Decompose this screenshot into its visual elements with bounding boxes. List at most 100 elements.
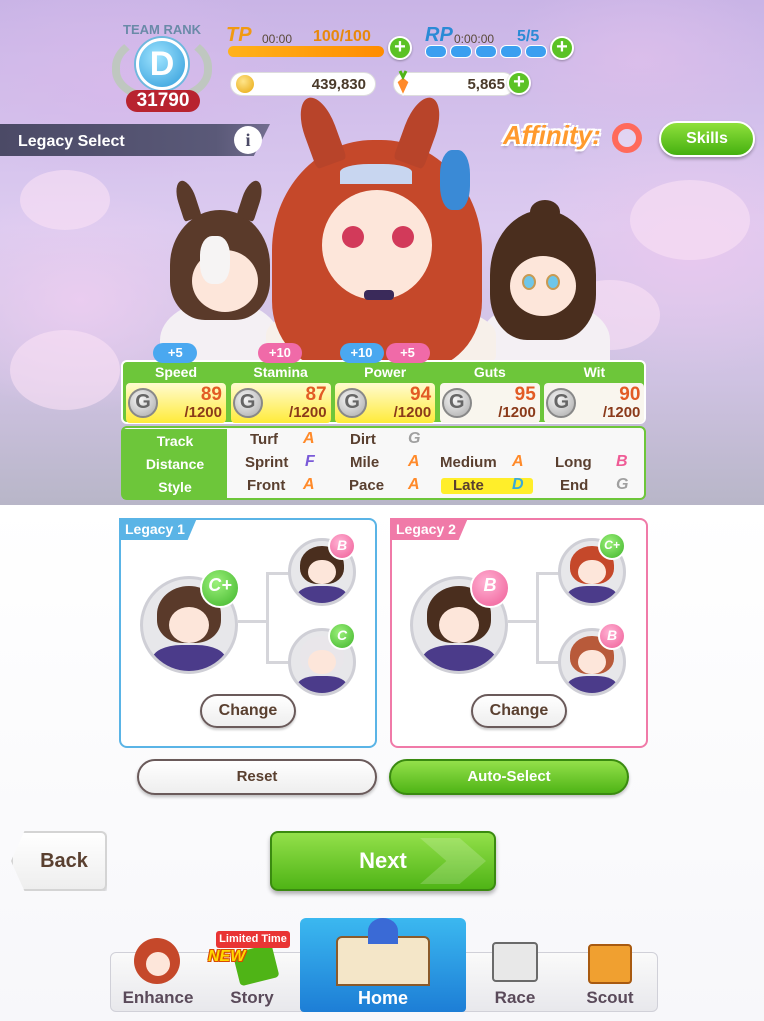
legacy-2-parent-bottom-rank: B xyxy=(598,622,626,650)
limited-time-badge: Limited Time xyxy=(216,931,290,948)
legacy-1-parent-top-rank: B xyxy=(328,532,356,560)
tp-bar xyxy=(228,46,384,57)
clock-tower-icon xyxy=(368,918,398,944)
legacy-2-main-rank: B xyxy=(470,568,510,608)
connector-line xyxy=(508,620,538,623)
legacy-1-change-button[interactable]: Change xyxy=(200,694,296,728)
aptitude-grade: G xyxy=(408,430,421,447)
aptitude-distance-medium: Medium xyxy=(440,454,497,471)
reset-button[interactable]: Reset xyxy=(137,759,377,795)
team-rank-score: 31790 xyxy=(126,90,200,112)
money-value: 439,830 xyxy=(311,76,366,93)
aptitude-grade: F xyxy=(305,453,315,470)
stat-max: /1200 xyxy=(289,404,327,421)
legacy-1-parent-bottom-rank: C xyxy=(328,622,356,650)
connector-line xyxy=(536,661,560,664)
nav-home-label: Home xyxy=(357,988,408,1008)
stat-wit: Wit G 90/1200 xyxy=(542,364,646,423)
connector-line xyxy=(266,572,290,575)
blossom-cluster xyxy=(10,330,120,410)
scout-door-icon xyxy=(588,944,632,984)
blossom-cluster xyxy=(630,180,750,260)
rp-segment xyxy=(475,45,497,58)
stat-max: /1200 xyxy=(393,404,432,421)
carrot-value: 5,865 xyxy=(467,76,505,93)
auto-select-button[interactable]: Auto-Select xyxy=(389,759,629,795)
aptitude-distance-long: Long xyxy=(555,454,592,471)
tp-timer: 00:00 xyxy=(262,32,293,46)
stat-value: 94 xyxy=(410,384,432,405)
tp-plus-button[interactable]: + xyxy=(388,36,412,60)
connector-line xyxy=(238,620,268,623)
aptitude-grade: G xyxy=(616,476,629,493)
connector-line xyxy=(266,661,290,664)
aptitude-style-late: Late xyxy=(453,477,484,494)
info-icon[interactable]: i xyxy=(234,126,262,154)
rp-bar xyxy=(425,45,547,58)
race-gate-icon xyxy=(492,942,538,982)
stat-name: Wit xyxy=(583,364,606,380)
team-rank-badge[interactable]: TEAM RANK D 31790 xyxy=(106,14,218,114)
rp-value: 5/5 xyxy=(517,28,540,45)
aptitude-style-pace: Pace xyxy=(349,477,385,494)
stat-value: 87 xyxy=(305,384,327,405)
rp-segment xyxy=(425,45,447,58)
tp-value: 100/100 xyxy=(313,28,371,45)
aptitude-grade: A xyxy=(303,476,315,493)
stat-power: Power G 94/1200 xyxy=(333,364,437,423)
skills-button[interactable]: Skills xyxy=(659,121,755,157)
stat-bonus-badge: +10 xyxy=(339,343,384,363)
rp-label: RP xyxy=(425,24,453,46)
stat-grade-badge: G xyxy=(441,388,472,418)
aptitude-distance-mile: Mile xyxy=(350,454,380,471)
legacy-1-tag: Legacy 1 xyxy=(119,518,197,540)
nav-enhance[interactable]: Enhance xyxy=(112,938,204,1012)
nav-scout-label: Scout xyxy=(586,988,634,1007)
affinity-circle-icon xyxy=(612,123,642,153)
rp-plus-button[interactable]: + xyxy=(550,36,574,60)
stat-bonus-badge: +5 xyxy=(153,343,198,363)
rp-segment xyxy=(500,45,522,58)
legacy-2-parent-top-rank: C+ xyxy=(598,532,626,560)
aptitude-grade: A xyxy=(408,476,420,493)
enhance-face-icon xyxy=(146,952,170,976)
stat-value: 89 xyxy=(200,384,222,405)
aptitude-grade: A xyxy=(408,453,420,470)
stat-bonus-badge: +5 xyxy=(385,343,430,363)
stat-grade-badge: G xyxy=(232,388,263,418)
stat-max: /1200 xyxy=(602,404,641,421)
stat-guts: Guts G 95/1200 xyxy=(438,364,542,423)
nav-race-label: Race xyxy=(494,988,536,1007)
stat-grade-badge: G xyxy=(337,388,368,418)
blossom-cluster xyxy=(20,170,110,230)
aptitude-track-dirt: Dirt xyxy=(350,431,376,448)
legacy-2-change-button[interactable]: Change xyxy=(471,694,567,728)
stat-bonus-badge: +10 xyxy=(257,343,302,363)
aptitude-grade: A xyxy=(303,430,315,447)
stat-name: Speed xyxy=(154,364,197,380)
team-rank-letter: D xyxy=(136,38,188,90)
nav-race[interactable]: Race xyxy=(470,942,560,1012)
carrot-icon xyxy=(396,70,410,96)
page-title: Legacy Select xyxy=(18,133,125,150)
stat-speed: Speed G 89/1200 xyxy=(124,364,228,423)
aptitude-grade: D xyxy=(512,476,524,493)
nav-scout[interactable]: Scout xyxy=(564,944,656,1012)
carrot-plus-button[interactable]: + xyxy=(507,71,531,95)
stat-name: Guts xyxy=(473,364,506,380)
aptitude-style-front: Front xyxy=(247,477,286,494)
connector-line xyxy=(266,572,269,664)
stats-panel: Speed G 89/1200 Stamina G 87/1200 Power G 94/120… xyxy=(121,360,646,424)
connector-line xyxy=(536,572,539,664)
stat-stamina: Stamina G 87/1200 xyxy=(229,364,333,423)
legacy-2-tag: Legacy 2 xyxy=(390,518,468,540)
back-button[interactable]: Back xyxy=(11,831,107,891)
distance-label: Distance xyxy=(123,452,227,476)
connector-line xyxy=(536,572,560,575)
tp-label: TP xyxy=(226,24,252,46)
aptitude-track-turf: Turf xyxy=(250,431,279,448)
stat-max: /1200 xyxy=(498,404,536,421)
stat-grade-badge: G xyxy=(128,388,158,418)
coin-icon xyxy=(234,73,256,95)
stat-name: Stamina xyxy=(253,364,308,380)
